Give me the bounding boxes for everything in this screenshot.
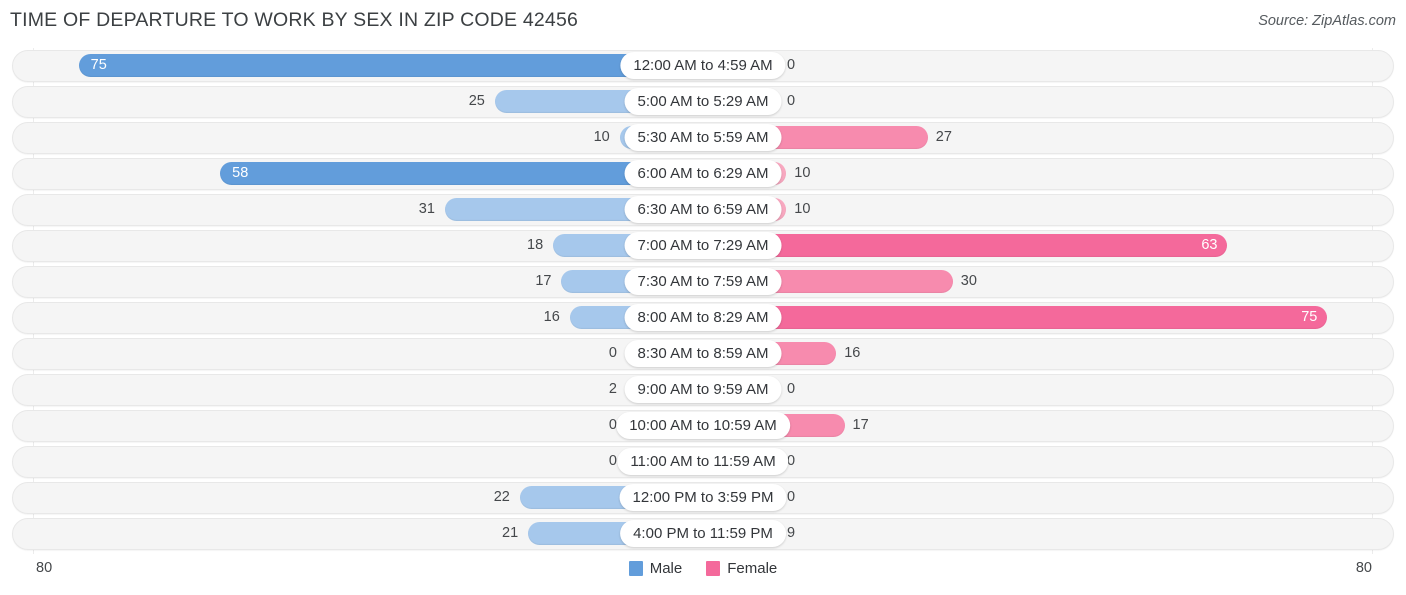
chart-row: 16 75 8:00 AM to 8:29 AM: [0, 300, 1406, 336]
chart-row: 0 16 8:30 AM to 8:59 AM: [0, 336, 1406, 372]
chart-row: 18 63 7:00 AM to 7:29 AM: [0, 228, 1406, 264]
bar-female[interactable]: [703, 234, 1228, 257]
chart-row: 22 0 12:00 PM to 3:59 PM: [0, 480, 1406, 516]
chart-row: 0 17 10:00 AM to 10:59 AM: [0, 408, 1406, 444]
category-label: 4:00 PM to 11:59 PM: [620, 520, 786, 547]
value-label-male: 58: [232, 165, 249, 181]
value-label-male: 10: [593, 129, 610, 145]
value-label-female: 63: [1201, 237, 1218, 253]
chart-footer: 80 80 Male Female: [0, 556, 1406, 595]
chart-row: 0 0 11:00 AM to 11:59 AM: [0, 444, 1406, 480]
chart-row: 58 10 6:00 AM to 6:29 AM: [0, 156, 1406, 192]
value-label-female: 0: [787, 57, 796, 73]
chart-plot-area: 75 0 12:00 AM to 4:59 AM 25 0 5:00 AM to 5:29…: [0, 48, 1406, 554]
value-label-male: 75: [90, 57, 107, 73]
value-label-female: 16: [844, 345, 861, 361]
value-label-female: 0: [787, 489, 796, 505]
value-label-female: 0: [787, 381, 796, 397]
category-label: 8:00 AM to 8:29 AM: [624, 304, 782, 331]
legend-item-female[interactable]: Female: [706, 560, 777, 577]
value-label-female: 27: [935, 129, 952, 145]
category-label: 6:00 AM to 6:29 AM: [624, 160, 782, 187]
value-label-male: 18: [527, 237, 544, 253]
source-attribution: Source: ZipAtlas.com: [1258, 13, 1396, 29]
value-label-female: 17: [852, 417, 869, 433]
chart-row: 21 9 4:00 PM to 11:59 PM: [0, 516, 1406, 552]
legend-swatch-female-icon: [706, 561, 721, 576]
category-label: 7:30 AM to 7:59 AM: [624, 268, 782, 295]
value-label-male: 16: [543, 309, 560, 325]
value-label-male: 2: [608, 381, 617, 397]
category-label: 12:00 PM to 3:59 PM: [619, 484, 787, 511]
value-label-female: 9: [787, 525, 796, 541]
value-label-male: 21: [502, 525, 519, 541]
page-title: TIME OF DEPARTURE TO WORK BY SEX IN ZIP …: [10, 9, 579, 31]
value-label-male: 22: [493, 489, 510, 505]
category-label: 10:00 AM to 10:59 AM: [616, 412, 790, 439]
value-label-male: 17: [535, 273, 552, 289]
legend-label-female: Female: [727, 560, 778, 577]
category-label: 9:00 AM to 9:59 AM: [624, 376, 782, 403]
chart-row: 17 30 7:30 AM to 7:59 AM: [0, 264, 1406, 300]
value-label-female: 30: [960, 273, 977, 289]
bar-female[interactable]: [703, 306, 1328, 329]
value-label-male: 0: [608, 345, 617, 361]
chart-row: 2 0 9:00 AM to 9:59 AM: [0, 372, 1406, 408]
value-label-male: 25: [468, 93, 485, 109]
value-label-female: 75: [1301, 309, 1318, 325]
legend-label-male: Male: [649, 560, 683, 577]
chart-row: 31 10 6:30 AM to 6:59 AM: [0, 192, 1406, 228]
category-label: 12:00 AM to 4:59 AM: [620, 52, 786, 79]
value-label-female: 10: [794, 201, 811, 217]
category-label: 5:00 AM to 5:29 AM: [624, 88, 782, 115]
chart-row: 25 0 5:00 AM to 5:29 AM: [0, 84, 1406, 120]
legend-swatch-male-icon: [628, 561, 643, 576]
chart-row: 10 27 5:30 AM to 5:59 AM: [0, 120, 1406, 156]
category-label: 5:30 AM to 5:59 AM: [624, 124, 782, 151]
category-label: 6:30 AM to 6:59 AM: [624, 196, 782, 223]
chart-legend: Male Female: [0, 560, 1406, 577]
category-label: 8:30 AM to 8:59 AM: [624, 340, 782, 367]
chart-row: 75 0 12:00 AM to 4:59 AM: [0, 48, 1406, 84]
chart-header: TIME OF DEPARTURE TO WORK BY SEX IN ZIP …: [0, 0, 1406, 44]
category-label: 7:00 AM to 7:29 AM: [624, 232, 782, 259]
bar-male[interactable]: [78, 54, 703, 77]
category-label: 11:00 AM to 11:59 AM: [617, 448, 789, 475]
legend-item-male[interactable]: Male: [628, 560, 683, 577]
value-label-female: 10: [794, 165, 811, 181]
value-label-male: 31: [418, 201, 435, 217]
value-label-female: 0: [787, 93, 796, 109]
